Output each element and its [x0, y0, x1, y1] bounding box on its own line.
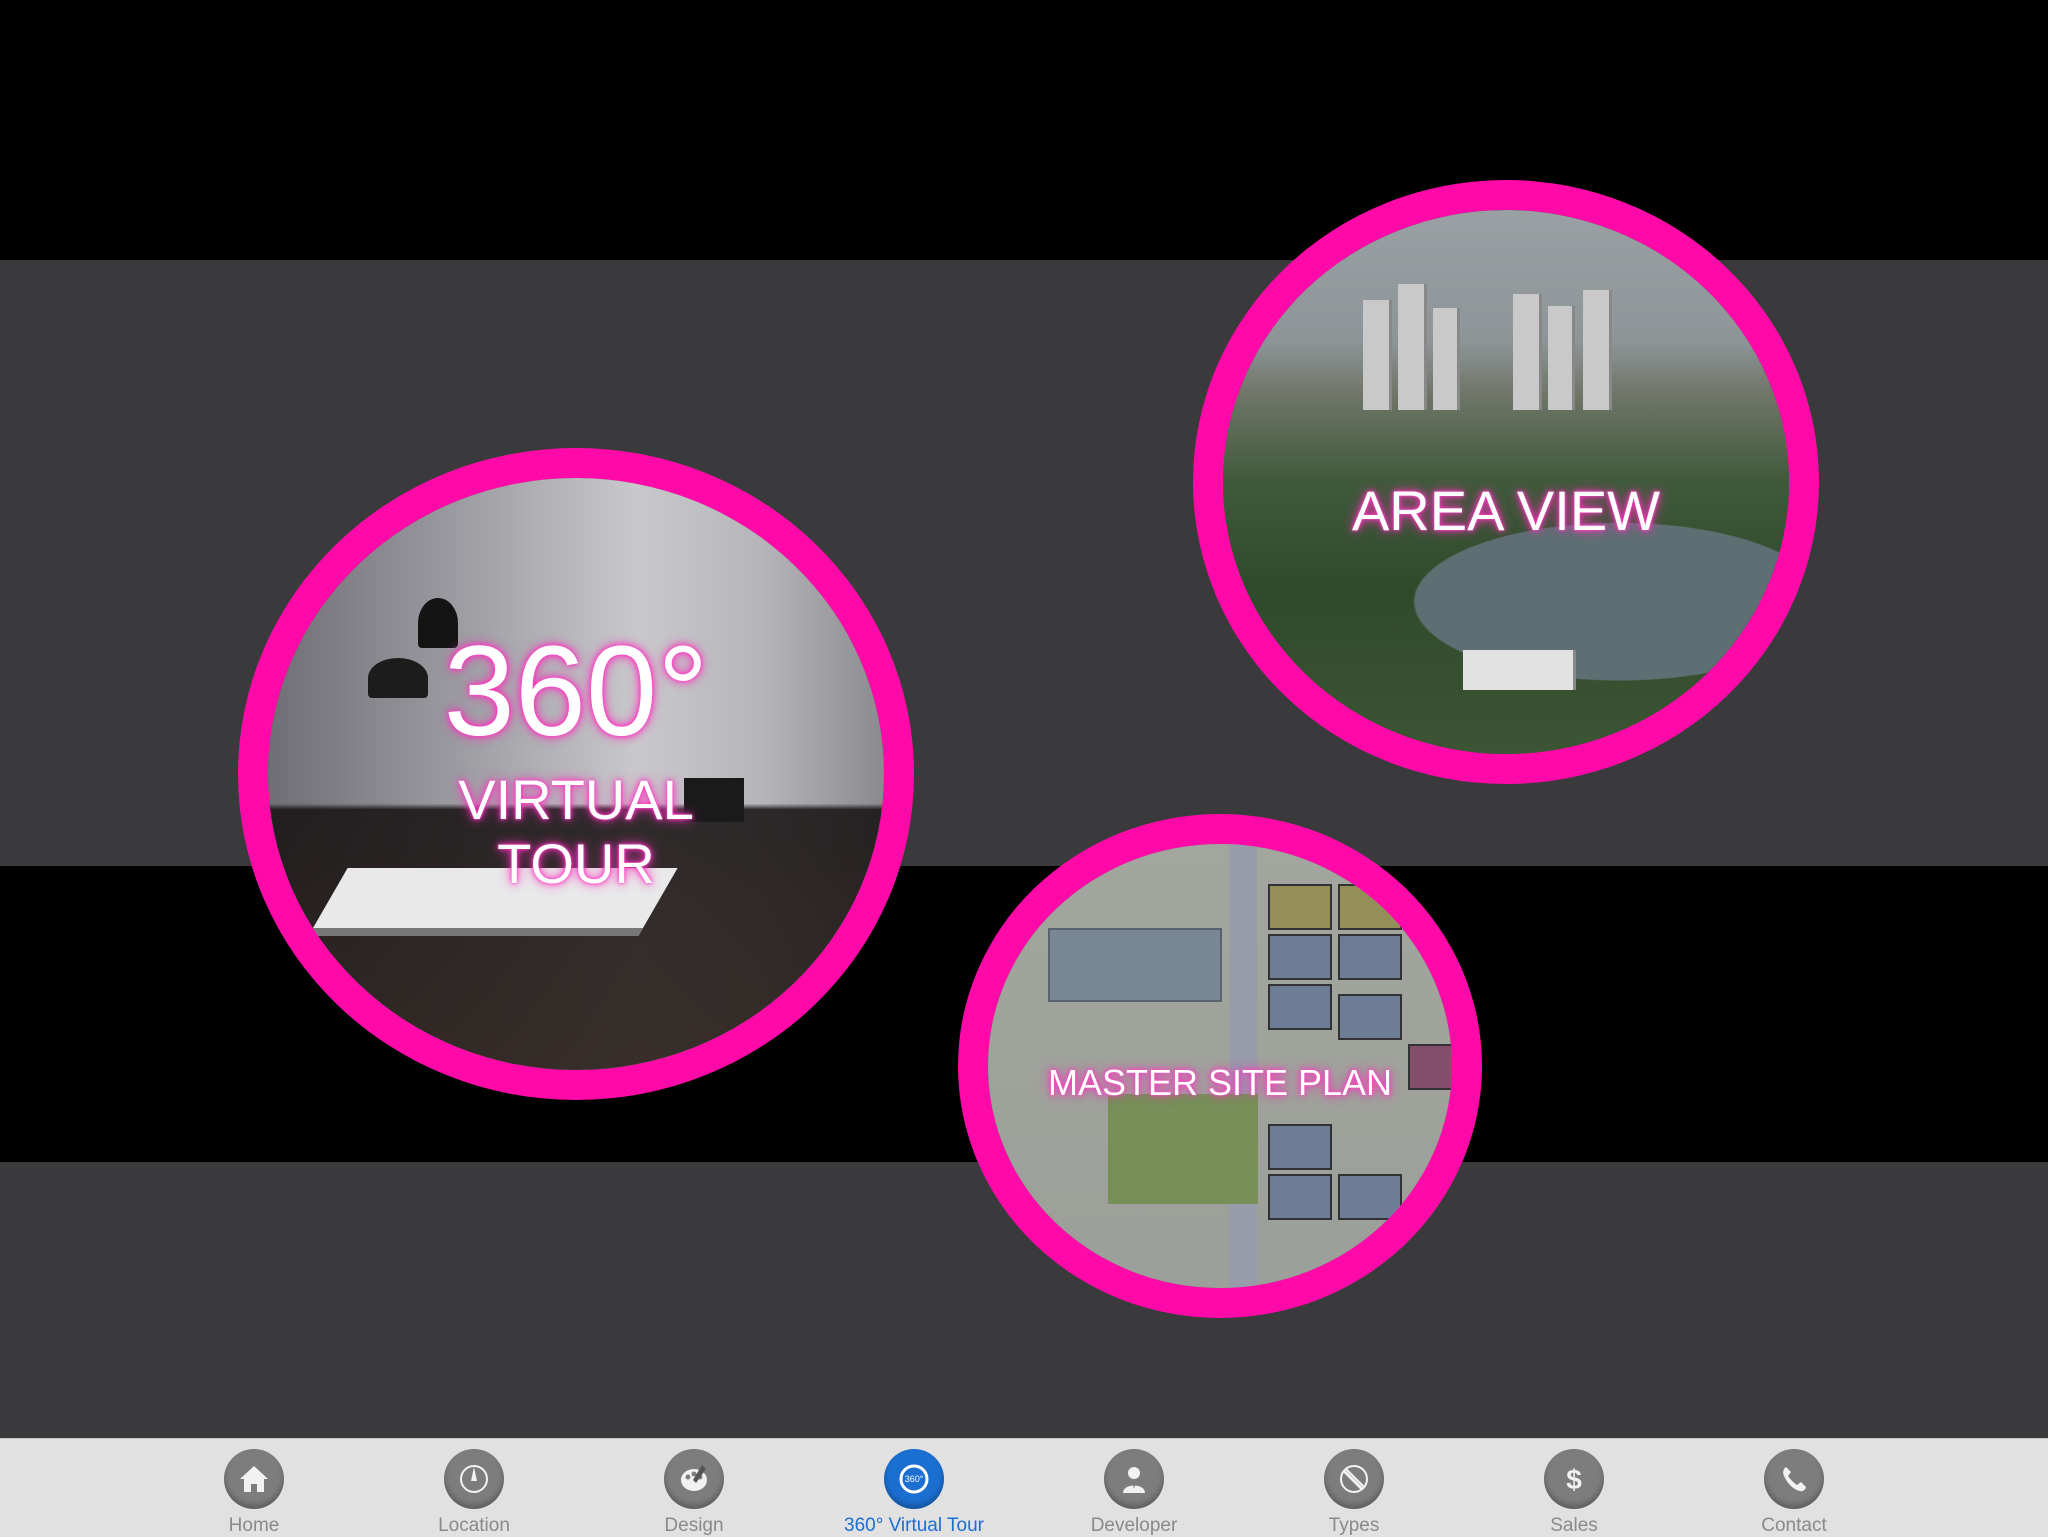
building: [1398, 284, 1427, 410]
design-icon: [664, 1449, 724, 1509]
home-icon: [224, 1449, 284, 1509]
developer-icon: [1104, 1449, 1164, 1509]
virtual-tour-line2: TOUR: [497, 832, 655, 895]
area-view-label: AREA VIEW: [1351, 479, 1661, 542]
tab-home[interactable]: Home: [144, 1439, 364, 1537]
location-icon: [444, 1449, 504, 1509]
building: [1513, 294, 1542, 410]
tab-types[interactable]: Types: [1244, 1439, 1464, 1537]
tab-sales[interactable]: $ Sales: [1464, 1439, 1684, 1537]
tab-360-virtual-tour[interactable]: 360° 360° Virtual Tour: [804, 1439, 1024, 1537]
building: [1548, 306, 1575, 410]
tab-label: 360° Virtual Tour: [844, 1515, 984, 1536]
svg-text:$: $: [1566, 1464, 1582, 1495]
types-icon: [1324, 1449, 1384, 1509]
tab-developer[interactable]: Developer: [1024, 1439, 1244, 1537]
building: [1363, 300, 1392, 410]
area-view-circle-button[interactable]: AREA VIEW: [1193, 180, 1819, 784]
contact-icon: [1764, 1449, 1824, 1509]
tab-label: Types: [1328, 1515, 1380, 1536]
building: [1583, 290, 1612, 410]
master-site-plan-circle-button[interactable]: MASTER SITE PLAN: [958, 814, 1482, 1318]
svg-text:360°: 360°: [905, 1474, 924, 1484]
tab-design[interactable]: Design: [584, 1439, 804, 1537]
tab-label: Design: [664, 1515, 724, 1536]
virtual-tour-icon: 360°: [884, 1449, 944, 1509]
tab-label: Sales: [1550, 1515, 1598, 1536]
virtual-tour-caption: VIRTUAL TOUR: [268, 768, 884, 896]
bottom-tab-bar: Home Location Design 360° 360° Virtual T…: [0, 1438, 2048, 1537]
building: [1463, 650, 1576, 690]
virtual-tour-line1: VIRTUAL: [458, 768, 694, 831]
tab-contact[interactable]: Contact: [1684, 1439, 1904, 1537]
tab-label: Contact: [1761, 1515, 1827, 1536]
virtual-tour-360-text: 360°: [443, 620, 709, 763]
building: [1433, 308, 1460, 410]
virtual-tour-circle-button[interactable]: 360° VIRTUAL TOUR: [238, 448, 914, 1100]
tab-label: Developer: [1090, 1515, 1178, 1536]
tab-location[interactable]: Location: [364, 1439, 584, 1537]
master-site-plan-label: MASTER SITE PLAN: [1047, 1062, 1393, 1103]
sales-icon: $: [1544, 1449, 1604, 1509]
tab-label: Home: [228, 1515, 280, 1536]
tab-label: Location: [438, 1515, 510, 1536]
